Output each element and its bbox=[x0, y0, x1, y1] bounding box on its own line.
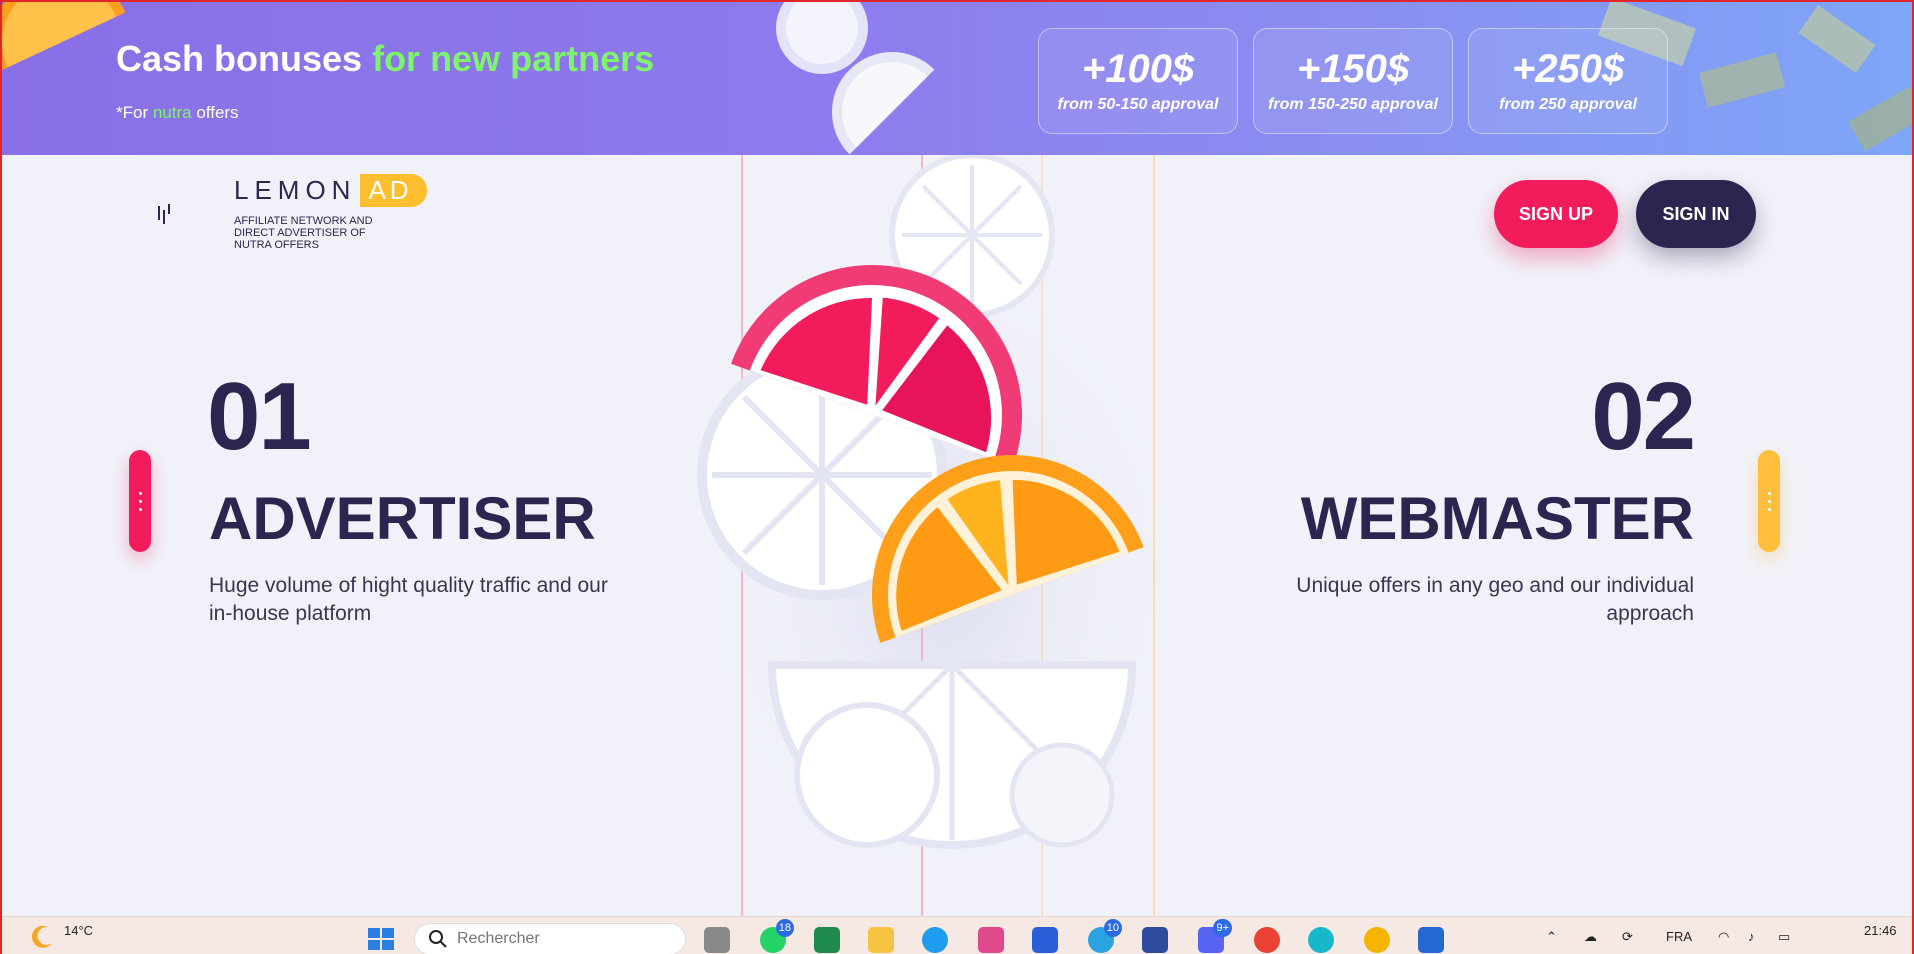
sync-icon[interactable]: ⟳ bbox=[1622, 929, 1633, 945]
snipping-tool-icon[interactable] bbox=[978, 927, 1004, 953]
advertiser-title[interactable]: ADVERTISER bbox=[209, 484, 596, 553]
moon-icon bbox=[31, 925, 52, 948]
task-view-icon[interactable] bbox=[704, 927, 730, 953]
logo-ad: AD bbox=[360, 174, 427, 207]
webmaster-title[interactable]: WEBMASTER bbox=[1301, 484, 1694, 553]
discord-icon[interactable]: 9+ bbox=[1198, 919, 1232, 953]
weather-temperature: 14°C bbox=[64, 923, 94, 938]
bonus-card-100[interactable]: +100$ from 50-150 approval bbox=[1038, 28, 1238, 134]
cloud-icon[interactable]: ☁ bbox=[1584, 929, 1597, 945]
logo[interactable]: LEMON AD AFFILIATE NETWORK AND DIRECT AD… bbox=[234, 174, 427, 251]
chrome-profile-icon[interactable] bbox=[1364, 927, 1390, 953]
battery-icon[interactable]: ▭ bbox=[1778, 929, 1790, 945]
wifi-icon[interactable]: ◠ bbox=[1718, 929, 1729, 945]
logo-lemon: LEMON bbox=[234, 175, 357, 205]
windows-start-icon[interactable] bbox=[366, 927, 396, 951]
word-icon[interactable] bbox=[1032, 927, 1058, 953]
banner-subtitle: *For nutra offers bbox=[116, 103, 239, 123]
bonus-amount: +250$ bbox=[1511, 47, 1625, 91]
whatsapp-icon[interactable]: 18 bbox=[760, 919, 794, 953]
banner-title-accent: for new partners bbox=[372, 38, 655, 79]
advertiser-side-handle[interactable] bbox=[129, 450, 151, 552]
bonus-condition: from 150-250 approval bbox=[1268, 96, 1438, 113]
bonus-card-150[interactable]: +150$ from 150-250 approval bbox=[1253, 28, 1453, 134]
notification-badge: 18 bbox=[775, 919, 794, 937]
taskbar-clock[interactable]: 21:46 bbox=[1864, 923, 1897, 938]
banner-sub-suffix: offers bbox=[196, 103, 239, 122]
canva-icon[interactable] bbox=[1308, 927, 1334, 953]
notification-badge: 9+ bbox=[1213, 919, 1232, 937]
webmaster-side-handle[interactable] bbox=[1758, 450, 1780, 552]
bonus-condition: from 250 approval bbox=[1499, 96, 1637, 113]
telegram-icon[interactable]: 10 bbox=[1088, 919, 1122, 953]
bonus-amount: +100$ bbox=[1081, 47, 1195, 91]
bonus-amount: +150$ bbox=[1296, 47, 1410, 91]
windows-taskbar: 14°C 18 10 9+ ⌃ ☁ ⟳ FRA ◠ ♪ ▭ 21:46 bbox=[2, 916, 1912, 954]
logo-tagline: AFFILIATE NETWORK AND DIRECT ADVERTISER … bbox=[234, 215, 373, 251]
search-input[interactable] bbox=[457, 930, 657, 948]
menu-icon[interactable] bbox=[157, 204, 171, 226]
bonus-condition: from 50-150 approval bbox=[1057, 96, 1219, 113]
sign-up-button[interactable]: SIGN UP bbox=[1494, 180, 1618, 248]
edge-icon[interactable] bbox=[922, 927, 948, 953]
banner-sub-prefix: *For bbox=[116, 103, 149, 122]
excel-icon[interactable] bbox=[814, 927, 840, 953]
language-indicator[interactable]: FRA bbox=[1666, 929, 1692, 944]
webmaster-number: 02 bbox=[1591, 363, 1696, 470]
file-explorer-icon[interactable] bbox=[868, 927, 894, 953]
bonus-card-250[interactable]: +250$ from 250 approval bbox=[1468, 28, 1668, 134]
advertiser-description: Huge volume of hight quality traffic and… bbox=[209, 574, 608, 625]
search-icon bbox=[429, 930, 447, 948]
chevron-up-icon[interactable]: ⌃ bbox=[1546, 929, 1557, 945]
advertiser-number: 01 bbox=[207, 363, 312, 470]
logo-wordmark: LEMON AD bbox=[234, 174, 427, 207]
app-icon[interactable] bbox=[1418, 927, 1444, 953]
banner-title: Cash bonuses for new partners bbox=[116, 38, 654, 80]
banner-title-main: Cash bonuses bbox=[116, 38, 363, 79]
citrus-illustration bbox=[682, 155, 1202, 916]
webmaster-description: Unique offers in any geo and our individ… bbox=[1296, 574, 1694, 625]
promo-banner[interactable]: Cash bonuses for new partners *For nutra… bbox=[2, 2, 1912, 155]
weather-widget[interactable]: 14°C bbox=[30, 923, 93, 949]
store-icon[interactable] bbox=[1142, 927, 1168, 953]
chrome-icon[interactable] bbox=[1254, 927, 1280, 953]
sign-in-button[interactable]: SIGN IN bbox=[1636, 180, 1756, 248]
notification-badge: 10 bbox=[1103, 919, 1122, 937]
volume-icon[interactable]: ♪ bbox=[1748, 929, 1755, 944]
banner-sub-accent: nutra bbox=[152, 103, 192, 122]
taskbar-search[interactable] bbox=[414, 923, 686, 954]
